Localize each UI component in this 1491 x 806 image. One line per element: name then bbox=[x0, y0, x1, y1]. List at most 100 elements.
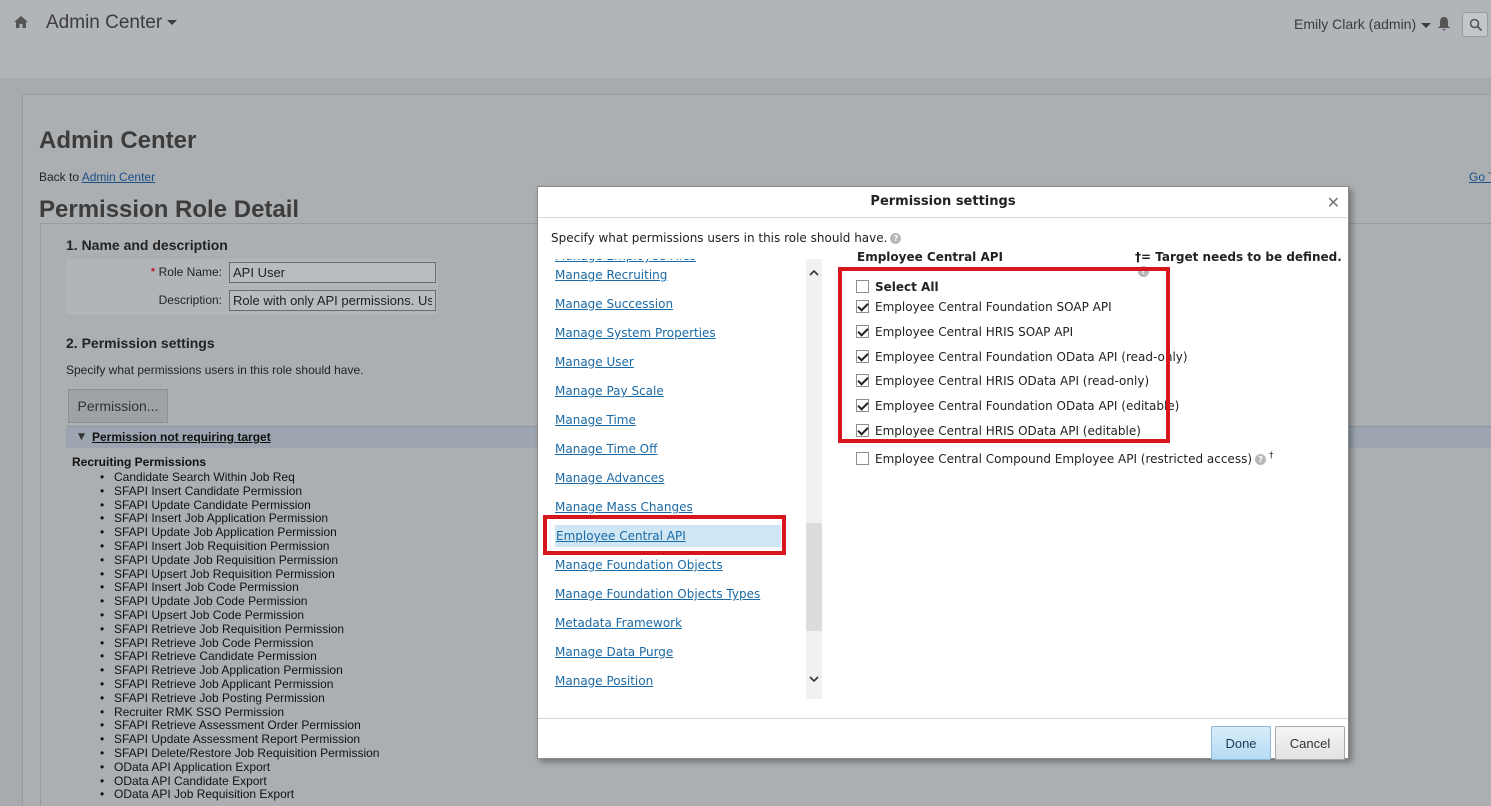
back-prefix: Back to bbox=[39, 170, 80, 184]
chevron-down-icon bbox=[167, 20, 178, 26]
permission-row[interactable]: Employee Central Foundation SOAP API bbox=[856, 297, 1112, 319]
list-item: SFAPI Insert Job Application Permission bbox=[100, 512, 379, 526]
list-item: SFAPI Insert Candidate Permission bbox=[100, 484, 379, 499]
role-name-row: * Role Name: bbox=[66, 259, 438, 286]
permission-button[interactable]: Permission... bbox=[68, 389, 168, 423]
permission-label: Employee Central HRIS OData API (editabl… bbox=[875, 424, 1141, 438]
role-name-label: * Role Name: bbox=[150, 265, 222, 279]
search-icon bbox=[1469, 18, 1483, 32]
search-button[interactable] bbox=[1462, 12, 1488, 37]
list-item: OData API Application Export bbox=[100, 760, 379, 775]
category-item[interactable]: Manage Foundation Objects Types bbox=[555, 583, 760, 605]
scrollbar-thumb[interactable] bbox=[806, 523, 822, 631]
help-icon[interactable]: ? bbox=[1255, 454, 1267, 465]
go-to-link[interactable]: Go T bbox=[1469, 170, 1491, 184]
list-item: SFAPI Update Candidate Permission bbox=[100, 498, 379, 513]
chevron-up-icon[interactable] bbox=[808, 267, 820, 279]
permission-checkbox[interactable] bbox=[856, 374, 869, 387]
category-item[interactable]: Manage System Properties bbox=[555, 322, 716, 344]
breadcrumb: Back to Admin Center bbox=[39, 170, 155, 184]
list-item: SFAPI Upsert Job Code Permission bbox=[100, 608, 379, 623]
user-menu[interactable]: Emily Clark (admin) bbox=[1294, 16, 1432, 32]
category-item[interactable]: Manage Succession bbox=[555, 293, 673, 315]
category-item[interactable]: Metadata Framework bbox=[555, 612, 682, 634]
permission-row[interactable]: Employee Central Foundation OData API (e… bbox=[856, 396, 1179, 418]
category-item[interactable]: Manage User bbox=[555, 351, 634, 373]
list-item: OData API Candidate Export bbox=[100, 774, 379, 789]
permission-label: Employee Central HRIS OData API (read-on… bbox=[875, 374, 1150, 388]
list-item: SFAPI Update Job Code Permission bbox=[100, 594, 379, 609]
permission-row[interactable]: Employee Central HRIS SOAP API bbox=[856, 322, 1073, 344]
list-item: Recruiter RMK SSO Permission bbox=[100, 705, 379, 720]
permission-row[interactable]: Employee Central HRIS OData API (read-on… bbox=[856, 371, 1149, 393]
permission-checkbox[interactable] bbox=[856, 424, 869, 437]
dialog-title: Permission settings bbox=[538, 187, 1348, 218]
list-item: SFAPI Delete/Restore Job Requisition Per… bbox=[100, 746, 379, 761]
section-name-description-title: 1. Name and description bbox=[66, 237, 228, 253]
close-icon[interactable]: ✕ bbox=[1327, 193, 1340, 212]
permission-row[interactable]: Employee Central Foundation OData API (r… bbox=[856, 347, 1188, 369]
list-item: SFAPI Update Job Requisition Permission bbox=[100, 553, 379, 568]
permission-label: Employee Central HRIS SOAP API bbox=[875, 325, 1074, 339]
list-item: SFAPI Update Job Application Permission bbox=[100, 525, 379, 540]
list-item: SFAPI Retrieve Candidate Permission bbox=[100, 650, 379, 664]
list-item: SFAPI Insert Job Code Permission bbox=[100, 581, 379, 595]
category-item[interactable]: Manage Recruiting bbox=[555, 264, 667, 286]
cancel-button[interactable]: Cancel bbox=[1275, 726, 1345, 760]
permission-checkbox[interactable] bbox=[856, 452, 869, 465]
permission-checkbox[interactable] bbox=[856, 325, 869, 338]
description-row: Description: bbox=[66, 287, 438, 314]
section-permission-settings-title: 2. Permission settings bbox=[66, 335, 215, 351]
dialog-footer: Done Cancel bbox=[538, 718, 1348, 760]
app-title: Admin Center bbox=[46, 12, 163, 33]
admin-center-link[interactable]: Admin Center bbox=[82, 170, 155, 184]
permission-row[interactable]: Employee Central HRIS OData API (editabl… bbox=[856, 421, 1141, 443]
permission-row[interactable]: Employee Central Compound Employee API (… bbox=[856, 446, 1274, 468]
list-item: SFAPI Retrieve Job Requisition Permissio… bbox=[100, 622, 379, 637]
top-navigation-bar: Admin Center Emily Clark (admin) bbox=[0, 0, 1491, 78]
description-input[interactable] bbox=[229, 290, 436, 311]
select-all-label: Select All bbox=[875, 280, 939, 294]
permission-panel-heading: Employee Central API bbox=[857, 250, 1004, 264]
category-scrollbar[interactable] bbox=[806, 259, 822, 699]
app-title-menu[interactable]: Admin Center bbox=[46, 12, 178, 34]
help-icon[interactable]: ? bbox=[1138, 266, 1149, 277]
role-name-input[interactable] bbox=[229, 262, 436, 283]
user-name: Emily Clark (admin) bbox=[1294, 16, 1417, 32]
category-item[interactable]: Manage Position bbox=[555, 670, 653, 692]
category-item[interactable]: Manage Pay Scale bbox=[555, 380, 664, 402]
category-item[interactable]: Manage Mass Changes bbox=[555, 496, 693, 518]
permission-label: Employee Central Foundation SOAP API bbox=[875, 300, 1112, 314]
category-item[interactable]: Manage Advances bbox=[555, 467, 664, 489]
list-item: OData API Job Requisition Export bbox=[100, 788, 379, 802]
help-icon[interactable]: ? bbox=[890, 233, 902, 244]
home-icon[interactable] bbox=[13, 14, 29, 30]
list-item: SFAPI Retrieve Job Application Permissio… bbox=[100, 663, 379, 678]
category-item[interactable]: Manage Time bbox=[555, 409, 636, 431]
bell-icon[interactable] bbox=[1437, 16, 1451, 32]
permission-category-list: Manage Employee Files Manage Recruiting M… bbox=[555, 259, 805, 699]
category-item[interactable]: Manage Time Off bbox=[555, 438, 657, 460]
recruiting-permissions-heading: Recruiting Permissions bbox=[72, 455, 207, 469]
chevron-down-icon[interactable] bbox=[808, 673, 820, 685]
list-item: SFAPI Upsert Job Requisition Permission bbox=[100, 567, 379, 582]
collapse-triangle-icon[interactable]: ▼ bbox=[78, 432, 85, 442]
select-all-checkbox[interactable] bbox=[856, 280, 869, 293]
category-partial-item[interactable]: Manage Employee Files bbox=[555, 259, 696, 263]
list-item: SFAPI Retrieve Job Applicant Permission bbox=[100, 677, 379, 692]
page-heading: Admin Center bbox=[39, 127, 197, 154]
list-item: SFAPI Retrieve Job Posting Permission bbox=[100, 691, 379, 706]
permission-label: Employee Central Foundation OData API (e… bbox=[875, 399, 1180, 413]
category-item[interactable]: Manage Foundation Objects bbox=[555, 554, 723, 576]
permission-checkbox[interactable] bbox=[856, 300, 869, 313]
dialog-description: Specify what permissions users in this r… bbox=[551, 231, 902, 245]
permission-checkbox[interactable] bbox=[856, 399, 869, 412]
permission-group-toggle[interactable]: Permission not requiring target bbox=[92, 430, 271, 444]
permission-checkbox[interactable] bbox=[856, 350, 869, 363]
target-note: †= Target needs to be defined.? bbox=[1135, 250, 1342, 277]
select-all-row[interactable]: Select All bbox=[856, 277, 939, 299]
category-item[interactable]: Employee Central API bbox=[555, 525, 781, 547]
done-button[interactable]: Done bbox=[1211, 726, 1271, 760]
category-item[interactable]: Manage Data Purge bbox=[555, 641, 673, 663]
section-permission-settings-description: Specify what permissions users in this r… bbox=[66, 363, 364, 377]
